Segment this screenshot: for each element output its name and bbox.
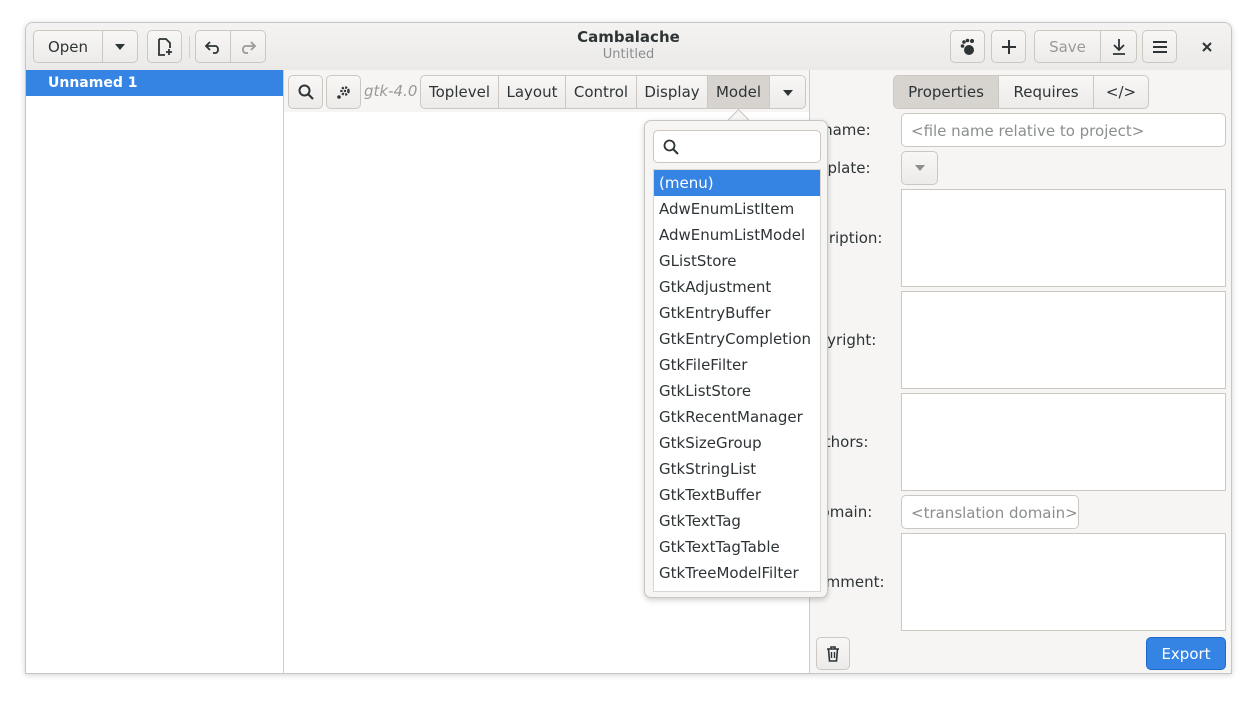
export-button-label: Export	[1161, 644, 1211, 663]
search-icon	[663, 139, 679, 155]
model-objects-popover: (menu) AdwEnumListItem AdwEnumListModel …	[644, 120, 828, 598]
chevron-down-icon	[914, 165, 925, 171]
trash-icon	[827, 645, 839, 662]
undo-button[interactable]	[195, 30, 231, 63]
redo-button[interactable]	[231, 30, 266, 63]
chevron-down-icon	[782, 90, 793, 96]
gnome-foot-icon	[960, 38, 974, 55]
list-item[interactable]: (menu)	[654, 170, 820, 196]
save-button[interactable]: Save	[1034, 30, 1101, 63]
save-button-label: Save	[1049, 37, 1086, 56]
chevron-down-icon	[115, 43, 125, 50]
properties-pane: Properties Requires </> Filename: <file …	[810, 70, 1231, 673]
model-objects-list: (menu) AdwEnumListItem AdwEnumListModel …	[653, 169, 821, 592]
filename-field[interactable]: <file name relative to project>	[901, 113, 1226, 147]
tree-item-ui-file[interactable]: Unnamed 1	[26, 70, 283, 96]
category-tab-model[interactable]: Model	[707, 75, 770, 109]
category-tab-label: Toplevel	[429, 83, 490, 101]
open-recent-dropdown-button[interactable]	[103, 30, 138, 63]
gear-icon	[336, 86, 350, 99]
app-window: Open Cambalache Untitled Save Unnamed 1 …	[25, 22, 1232, 674]
list-item[interactable]: GtkSizeGroup	[654, 430, 820, 456]
authors-textarea[interactable]	[901, 393, 1226, 491]
tab-properties[interactable]: Properties	[893, 75, 999, 109]
new-project-button[interactable]	[147, 30, 182, 63]
list-item[interactable]: GtkFileFilter	[654, 352, 820, 378]
open-button[interactable]: Open	[33, 30, 103, 63]
list-item[interactable]: AdwEnumListItem	[654, 196, 820, 222]
search-icon	[298, 84, 314, 100]
separator	[189, 36, 190, 58]
comment-textarea[interactable]	[901, 533, 1226, 631]
template-dropdown[interactable]	[901, 151, 938, 185]
tab-requires[interactable]: Requires	[998, 75, 1094, 109]
category-tab-label: Layout	[506, 83, 558, 101]
category-tab-label: Model	[715, 83, 762, 101]
new-document-icon	[157, 37, 172, 56]
category-tab-label: Display	[644, 83, 700, 101]
category-tab-layout[interactable]: Layout	[498, 75, 566, 109]
category-tab-display[interactable]: Display	[636, 75, 708, 109]
delete-button[interactable]	[816, 637, 850, 670]
filename-placeholder: <file name relative to project>	[911, 122, 1145, 140]
category-tab-control[interactable]: Control	[565, 75, 637, 109]
workspace-toolbar: gtk-4.0 Toplevel Layout Control Display …	[284, 70, 809, 112]
headerbar: Open Cambalache Untitled Save	[26, 23, 1231, 71]
open-button-label: Open	[47, 37, 89, 56]
tab-label: Properties	[908, 83, 984, 101]
object-actions-button[interactable]	[326, 75, 361, 109]
description-textarea[interactable]	[901, 189, 1226, 287]
search-objects-button[interactable]	[288, 75, 323, 109]
plus-icon	[1001, 39, 1016, 54]
popover-search-input[interactable]	[653, 130, 821, 163]
undo-icon	[204, 40, 219, 54]
gnome-button[interactable]	[950, 30, 985, 63]
domain-placeholder: <translation domain>	[911, 504, 1078, 522]
category-tab-label: Control	[573, 83, 629, 101]
tree-item-label: Unnamed 1	[48, 75, 138, 91]
list-item[interactable]: GtkTreeModelFilter	[654, 560, 820, 586]
list-item[interactable]: GtkRecentManager	[654, 404, 820, 430]
save-as-button[interactable]	[1101, 30, 1137, 63]
close-icon	[1202, 42, 1212, 52]
list-item[interactable]: GtkEntryCompletion	[654, 326, 820, 352]
main-menu-button[interactable]	[1142, 30, 1177, 63]
tab-label: Requires	[1013, 83, 1079, 101]
export-button[interactable]: Export	[1146, 637, 1226, 670]
translation-domain-field[interactable]: <translation domain>	[901, 495, 1079, 529]
redo-icon	[242, 40, 257, 54]
list-item[interactable]: GtkStringList	[654, 456, 820, 482]
add-object-button[interactable]	[991, 30, 1026, 63]
list-item[interactable]: AdwEnumListModel	[654, 222, 820, 248]
more-categories-button[interactable]	[769, 75, 806, 109]
list-item[interactable]: GtkTextTag	[654, 508, 820, 534]
project-tree-pane: Unnamed 1	[26, 70, 284, 673]
download-icon	[1112, 38, 1125, 55]
hamburger-menu-icon	[1152, 40, 1167, 53]
list-item[interactable]: GtkEntryBuffer	[654, 300, 820, 326]
list-item[interactable]: GtkTextBuffer	[654, 482, 820, 508]
close-window-button[interactable]	[1193, 33, 1221, 61]
category-tab-toplevel[interactable]: Toplevel	[420, 75, 499, 109]
gtk-version-label: gtk-4.0	[364, 82, 418, 100]
list-item[interactable]: GtkTextTagTable	[654, 534, 820, 560]
tab-source[interactable]: </>	[1093, 75, 1149, 109]
tab-label: </>	[1105, 83, 1137, 101]
list-item[interactable]: GListStore	[654, 248, 820, 274]
copyright-textarea[interactable]	[901, 291, 1226, 389]
list-item[interactable]: GtkListStore	[654, 378, 820, 404]
list-item[interactable]: GtkAdjustment	[654, 274, 820, 300]
